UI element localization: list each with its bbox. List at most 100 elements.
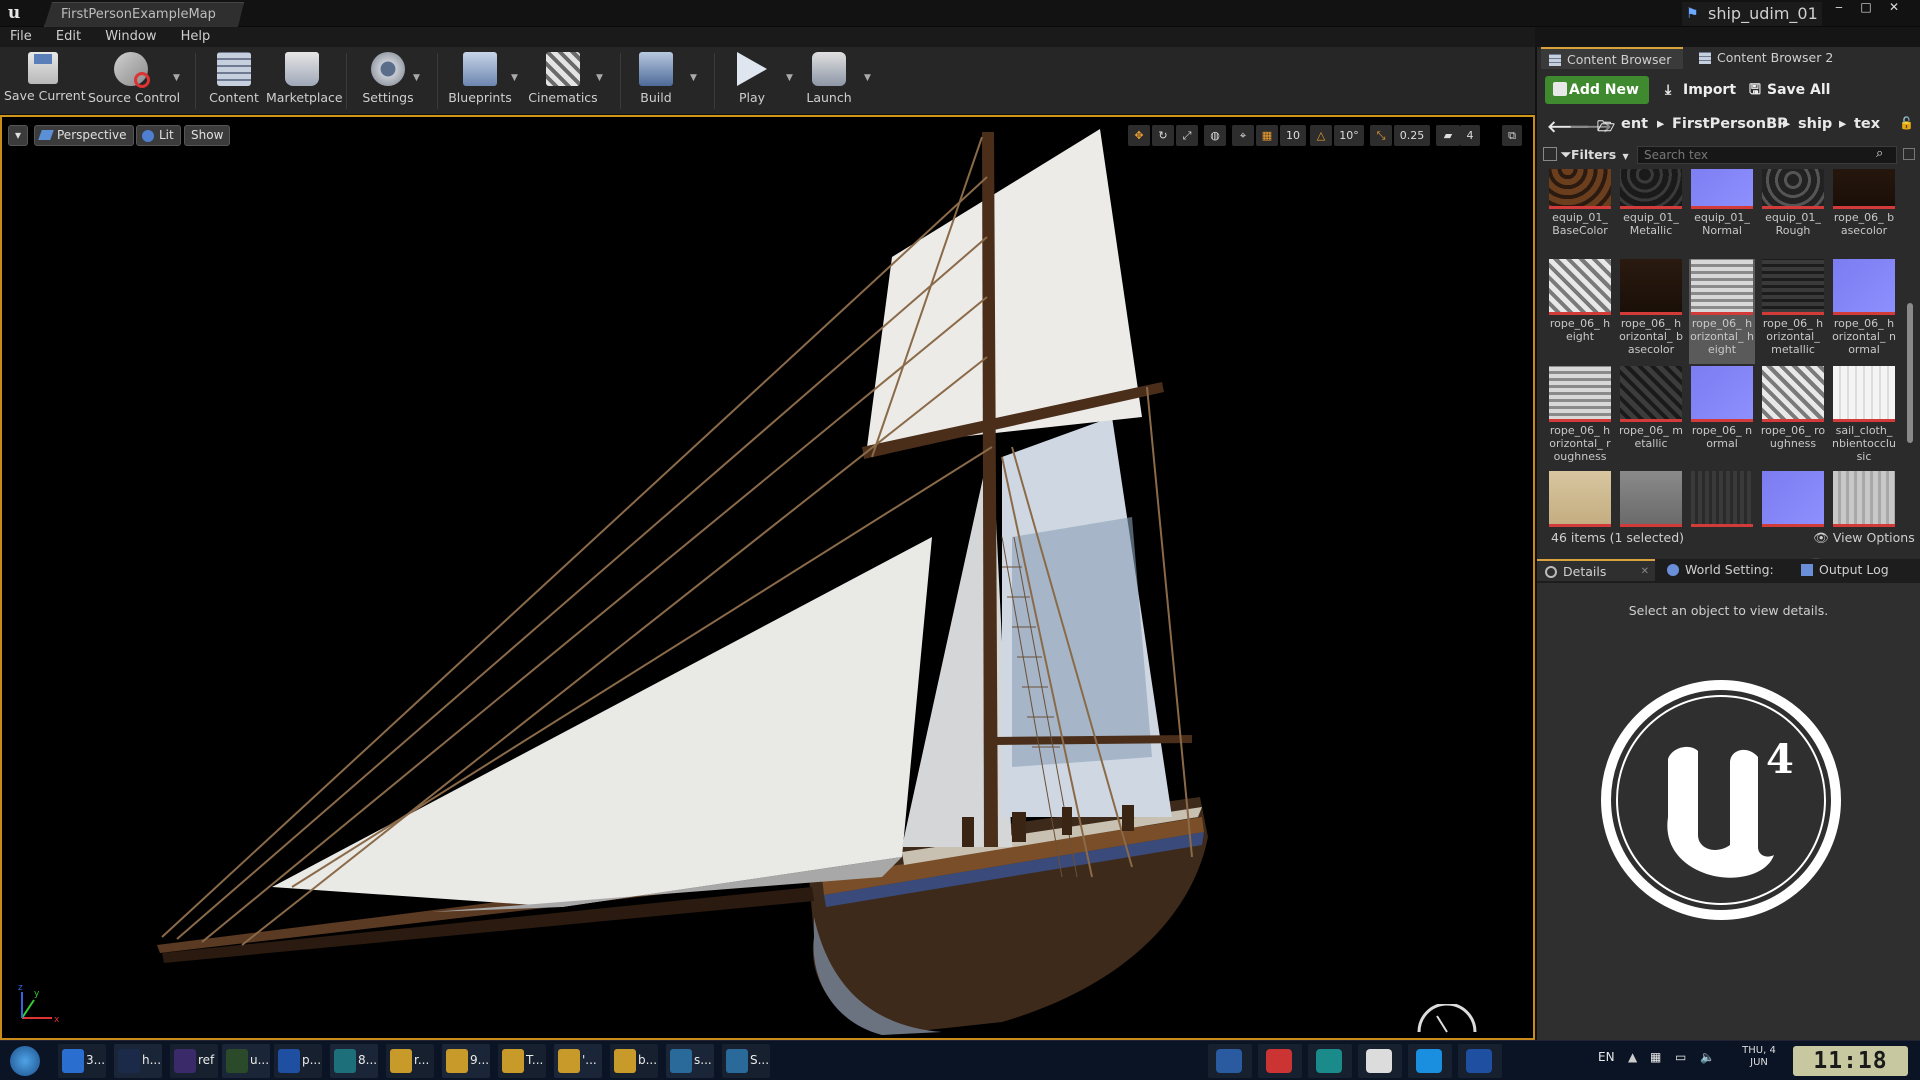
asset-tile[interactable] xyxy=(1689,471,1755,529)
taskbar-app-button[interactable]: '... xyxy=(554,1044,602,1078)
asset-tile[interactable]: equip_01_ Metallic xyxy=(1618,169,1684,258)
unreal-logo-icon[interactable]: u xyxy=(3,2,25,24)
play-button[interactable]: Play xyxy=(724,50,780,112)
taskbar-app-button[interactable]: r... xyxy=(386,1044,434,1078)
breadcrumb-separator-icon[interactable]: ▸ xyxy=(1657,116,1664,132)
photoshop-taskbar-icon[interactable] xyxy=(1458,1044,1502,1078)
start-button[interactable] xyxy=(6,1044,44,1078)
taskbar-app-button[interactable]: 8... xyxy=(330,1044,378,1078)
asset-tile[interactable]: rope_06_ roughness xyxy=(1760,366,1826,471)
breadcrumb-item[interactable]: FirstPersonBP xyxy=(1672,116,1788,132)
breadcrumb-separator-icon[interactable]: ▸ xyxy=(1839,116,1846,132)
asset-tile[interactable]: rope_06_ metallic xyxy=(1618,366,1684,471)
source-control-button[interactable]: Source Control xyxy=(88,50,180,112)
breadcrumb-item[interactable]: tex xyxy=(1854,116,1880,132)
marketplace-button[interactable]: Marketplace xyxy=(266,50,343,112)
asset-tile[interactable] xyxy=(1547,471,1613,529)
taskbar-app-button[interactable]: b... xyxy=(610,1044,658,1078)
breadcrumb-item[interactable]: ship xyxy=(1798,116,1832,132)
blueprints-dropdown-icon[interactable]: ▼ xyxy=(511,73,521,83)
search-icon[interactable]: ⌕ xyxy=(1876,146,1883,161)
menu-help[interactable]: Help xyxy=(171,27,221,46)
asset-tile[interactable]: equip_01_ Rough xyxy=(1760,169,1826,258)
grid-snap-icon[interactable]: ▦ xyxy=(1256,125,1278,146)
perspective-button[interactable]: Perspective xyxy=(34,125,134,146)
map-tab[interactable]: FirstPersonExampleMap xyxy=(44,2,244,27)
taskbar-clock[interactable]: 11:18 xyxy=(1793,1046,1908,1076)
asset-tile[interactable]: rope_06_ horizontal_ metallic xyxy=(1760,259,1826,364)
asset-tile[interactable]: rope_06_ horizontal_ roughness xyxy=(1547,366,1613,471)
scale-icon[interactable]: ⤢ xyxy=(1176,125,1198,146)
minimize-button[interactable]: ‒ xyxy=(1828,0,1850,16)
launch-button[interactable]: Launch xyxy=(800,50,858,112)
menu-edit[interactable]: Edit xyxy=(46,27,91,46)
tab-details[interactable]: Details ✕ xyxy=(1537,559,1655,581)
close-button[interactable]: ✕ xyxy=(1883,0,1905,16)
taskbar-app-button[interactable]: h... xyxy=(114,1044,162,1078)
close-tab-icon[interactable]: ✕ xyxy=(1641,561,1649,583)
launch-dropdown-icon[interactable]: ▼ xyxy=(864,73,874,83)
language-indicator[interactable]: EN xyxy=(1598,1050,1615,1064)
content-button[interactable]: Content xyxy=(206,50,262,112)
tab-content-browser-1[interactable]: Content Browser 1 xyxy=(1541,47,1683,89)
asset-tile[interactable]: rope_06_ horizontal_ height xyxy=(1689,259,1755,364)
cinematics-dropdown-icon[interactable]: ▼ xyxy=(596,73,606,83)
skype-icon[interactable] xyxy=(1408,1044,1452,1078)
viewport-options-button[interactable]: ▾ xyxy=(8,125,28,146)
search-input[interactable]: Search tex xyxy=(1637,146,1897,164)
rotation-snap-icon[interactable]: △ xyxy=(1310,125,1332,146)
camera-speed-value[interactable]: 4 xyxy=(1460,125,1480,146)
tray-arrow-icon[interactable]: ▲ xyxy=(1628,1050,1637,1064)
camera-speed-icon[interactable]: ▰ xyxy=(1436,125,1460,146)
taskbar-app-button[interactable]: p... xyxy=(274,1044,322,1078)
menu-file[interactable]: File xyxy=(0,27,42,46)
build-button[interactable]: Build xyxy=(630,50,682,112)
asset-tile[interactable]: rope_06_ horizontal_ basecolor xyxy=(1618,259,1684,364)
rotation-snap-value[interactable]: 10° xyxy=(1334,125,1364,146)
surface-snap-icon[interactable]: ⌖ xyxy=(1232,125,1254,146)
asset-tile[interactable]: rope_06_ height xyxy=(1547,259,1613,364)
add-new-button[interactable]: Add New ▼ xyxy=(1545,76,1649,125)
grid-snap-value[interactable]: 10 xyxy=(1280,125,1306,146)
lit-button[interactable]: Lit xyxy=(136,125,181,146)
build-dropdown-icon[interactable]: ▼ xyxy=(690,73,700,83)
tray-network-icon[interactable]: ▦ xyxy=(1650,1050,1661,1064)
scale-snap-value[interactable]: 0.25 xyxy=(1394,125,1430,146)
tab-output-log[interactable]: Output Log xyxy=(1793,559,1917,581)
tray-display-icon[interactable]: ▭ xyxy=(1675,1050,1686,1064)
breadcrumb-item[interactable]: ent xyxy=(1621,116,1648,132)
source-control-dropdown-icon[interactable]: ▼ xyxy=(173,73,183,83)
level-viewport[interactable]: ▾ Perspective Lit Show ✥ ↻ ⤢ ◍ ⌖ ▦ 10 △ … xyxy=(0,115,1535,1040)
folder-icon[interactable]: 🗁 xyxy=(1597,116,1615,141)
asset-tile[interactable] xyxy=(1760,471,1826,529)
asset-grid-scrollbar[interactable] xyxy=(1907,303,1913,443)
winrar-icon[interactable] xyxy=(1258,1044,1302,1078)
taskbar-app-button[interactable]: s... xyxy=(666,1044,714,1078)
scale-snap-icon[interactable]: ⤡ xyxy=(1370,125,1392,146)
asset-tile[interactable]: rope_06_ horizontal_ normal xyxy=(1831,259,1897,364)
column-options-icon[interactable] xyxy=(1903,148,1915,160)
taskbar-app-button[interactable]: 3... xyxy=(58,1044,106,1078)
taskbar-date[interactable]: THU, 4 JUN xyxy=(1737,1045,1781,1069)
save-all-button[interactable]: 🖫 Save All xyxy=(1747,76,1830,104)
blueprints-button[interactable]: Blueprints xyxy=(446,50,514,112)
play-dropdown-icon[interactable]: ▼ xyxy=(786,73,796,83)
import-button[interactable]: ⤓ Import xyxy=(1663,76,1736,104)
maximize-viewport-icon[interactable]: ⧉ xyxy=(1502,125,1522,146)
tab-world-settings[interactable]: World Setting: xyxy=(1659,559,1785,581)
taskbar-app-button[interactable]: u... xyxy=(222,1044,270,1078)
taskbar-app-button[interactable]: T... xyxy=(498,1044,546,1078)
maximize-button[interactable]: □ xyxy=(1855,0,1877,16)
asset-tile[interactable] xyxy=(1618,471,1684,529)
settings-dropdown-icon[interactable]: ▼ xyxy=(413,73,423,83)
asset-tile[interactable]: rope_06_ basecolor xyxy=(1831,169,1897,258)
asset-tile[interactable]: sail_cloth_ nbientocclusic xyxy=(1831,366,1897,471)
lock-icon[interactable]: 🔓 xyxy=(1899,116,1914,130)
asset-tile[interactable]: equip_01_ Normal xyxy=(1689,169,1755,258)
filters-button[interactable]: ⏷ Filters ▼ xyxy=(1543,146,1629,164)
world-local-icon[interactable]: ◍ xyxy=(1204,125,1226,146)
taskbar-app-button[interactable]: ref xyxy=(170,1044,218,1078)
show-button[interactable]: Show xyxy=(184,125,231,146)
unreal-taskbar-icon[interactable] xyxy=(1208,1044,1252,1078)
rotate-icon[interactable]: ↻ xyxy=(1152,125,1174,146)
